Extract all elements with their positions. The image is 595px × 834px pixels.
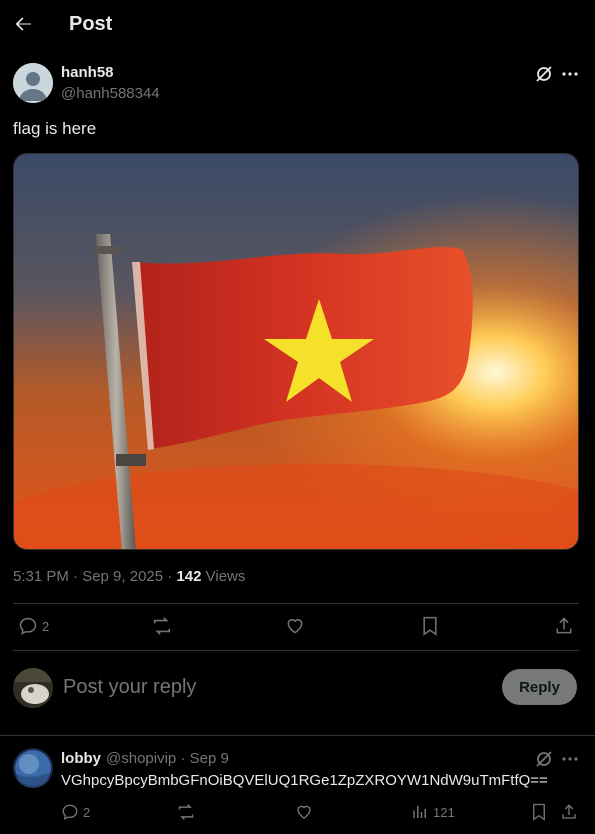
comment-share-action[interactable] — [560, 803, 578, 821]
commenter-avatar[interactable] — [13, 748, 53, 788]
comment-reply-count: 2 — [83, 804, 91, 820]
reply-count: 2 — [42, 618, 50, 634]
more-options-icon[interactable] — [560, 749, 580, 769]
comment-views-action[interactable]: 121 — [411, 803, 455, 821]
top-bar: Post — [0, 0, 595, 52]
comment-views-count: 121 — [433, 804, 455, 820]
post-image[interactable] — [13, 153, 579, 550]
divider — [0, 735, 595, 736]
repost-icon — [153, 617, 171, 635]
heart-icon — [287, 619, 303, 634]
reply-icon — [62, 804, 78, 820]
reply-action[interactable]: 2 — [18, 616, 49, 636]
comment-like-action[interactable] — [295, 803, 313, 821]
bookmark-icon — [423, 616, 437, 636]
share-icon — [562, 804, 576, 819]
grok-icon[interactable] — [534, 749, 554, 769]
post-time: 5:31 PM · Sep 9, 2025 · — [13, 568, 177, 585]
page-title: Post — [69, 13, 113, 35]
views-count: 142 — [176, 568, 202, 585]
current-user-avatar — [13, 668, 53, 708]
comment-reply-action[interactable]: 2 — [61, 803, 90, 821]
comment-text: VGhpcyBpcyBmbGFnOiBQVElUQ1RGe1ZpZXROYW1N… — [61, 772, 548, 789]
author-avatar[interactable] — [13, 63, 53, 103]
divider — [13, 650, 579, 651]
share-action[interactable] — [554, 616, 574, 636]
divider — [13, 603, 579, 604]
like-action[interactable] — [285, 616, 305, 636]
back-arrow-icon[interactable] — [12, 12, 36, 36]
commenter-handle-date: @shopivip · Sep 9 — [106, 750, 229, 767]
bookmark-icon — [533, 803, 545, 821]
more-options-icon[interactable] — [560, 64, 580, 84]
author-display-name[interactable]: hanh58 — [61, 64, 114, 81]
comment-bookmark-action[interactable] — [531, 803, 547, 821]
grok-icon[interactable] — [534, 64, 554, 84]
heart-icon — [297, 805, 311, 819]
views-label: Views — [201, 568, 246, 585]
post-text: flag is here — [13, 119, 97, 138]
repost-action[interactable] — [151, 616, 173, 636]
reply-input[interactable]: Post your reply — [63, 676, 483, 700]
views-icon — [413, 806, 426, 818]
commenter-display-name[interactable]: lobby — [61, 750, 101, 767]
bookmark-action[interactable] — [421, 616, 439, 636]
reply-icon — [19, 617, 37, 635]
reply-button[interactable]: Reply — [502, 669, 577, 705]
share-icon — [556, 617, 572, 634]
post-timestamp: 5:31 PM · Sep 9, 2025 · 142 Views — [13, 568, 245, 585]
author-handle[interactable]: @hanh588344 — [61, 85, 160, 102]
repost-icon — [178, 804, 194, 820]
comment-repost-action[interactable] — [176, 803, 196, 821]
